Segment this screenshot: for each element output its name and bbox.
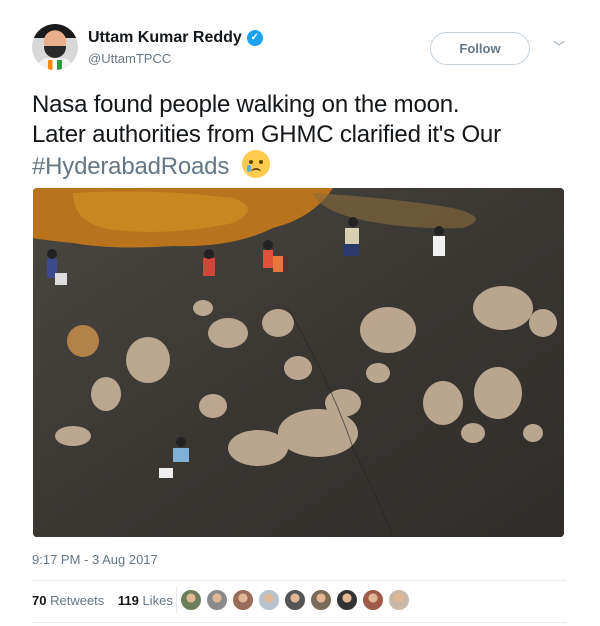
tweet-text: Nasa found people walking on the moon. L…: [32, 90, 572, 182]
hashtag-link[interactable]: #HyderabadRoads: [32, 153, 229, 180]
stats-separator: [176, 586, 177, 614]
likes-count: 119: [117, 593, 139, 608]
liker-avatars: [180, 588, 414, 612]
liker-avatar[interactable]: [388, 589, 410, 611]
liker-avatar[interactable]: [336, 589, 358, 611]
liker-avatar[interactable]: [310, 589, 332, 611]
verified-badge-icon: ✓: [246, 30, 263, 46]
liker-avatar[interactable]: [284, 589, 306, 611]
liker-avatar[interactable]: [258, 589, 280, 611]
divider-top: [32, 580, 566, 581]
follow-button[interactable]: Follow: [430, 32, 530, 65]
likes-stat[interactable]: 119 Likes: [118, 593, 173, 608]
retweets-count: 70: [32, 593, 47, 608]
tweet-line-1: Nasa found people walking on the moon.: [32, 91, 460, 118]
retweets-label: Retweets: [50, 593, 105, 608]
liker-avatar[interactable]: [206, 589, 228, 611]
divider-bottom: [32, 622, 566, 623]
liker-avatar[interactable]: [232, 589, 254, 611]
tear-drop: [246, 165, 251, 172]
author-handle[interactable]: @UttamTPCC: [88, 51, 171, 66]
tweet-header: Uttam Kumar Reddy ✓ @UttamTPCC Follow ﹀: [32, 24, 572, 74]
avatar-beard: [44, 46, 66, 58]
tweet-photo[interactable]: [33, 188, 564, 537]
author-name[interactable]: Uttam Kumar Reddy: [88, 29, 242, 47]
crying-face-emoji: [241, 150, 270, 178]
road-photo-illustration: [33, 188, 564, 537]
tweet-timestamp[interactable]: 9:17 PM - 3 Aug 2017: [32, 552, 158, 567]
tweet-line-2: Later authorities from GHMC clarified it…: [32, 121, 501, 148]
tweet-line-3: #HyderabadRoads: [32, 150, 572, 182]
avatar-scarf: [48, 60, 62, 70]
retweets-stat[interactable]: 70 Retweets: [32, 593, 104, 608]
author-name-row[interactable]: Uttam Kumar Reddy ✓: [88, 29, 263, 47]
tweet-stats: 70 Retweets 119 Likes: [32, 593, 183, 608]
liker-avatar[interactable]: [362, 589, 384, 611]
likes-label: Likes: [142, 593, 173, 608]
chevron-down-icon[interactable]: ﹀: [550, 38, 568, 56]
author-avatar[interactable]: [32, 24, 78, 70]
liker-avatar[interactable]: [180, 589, 202, 611]
